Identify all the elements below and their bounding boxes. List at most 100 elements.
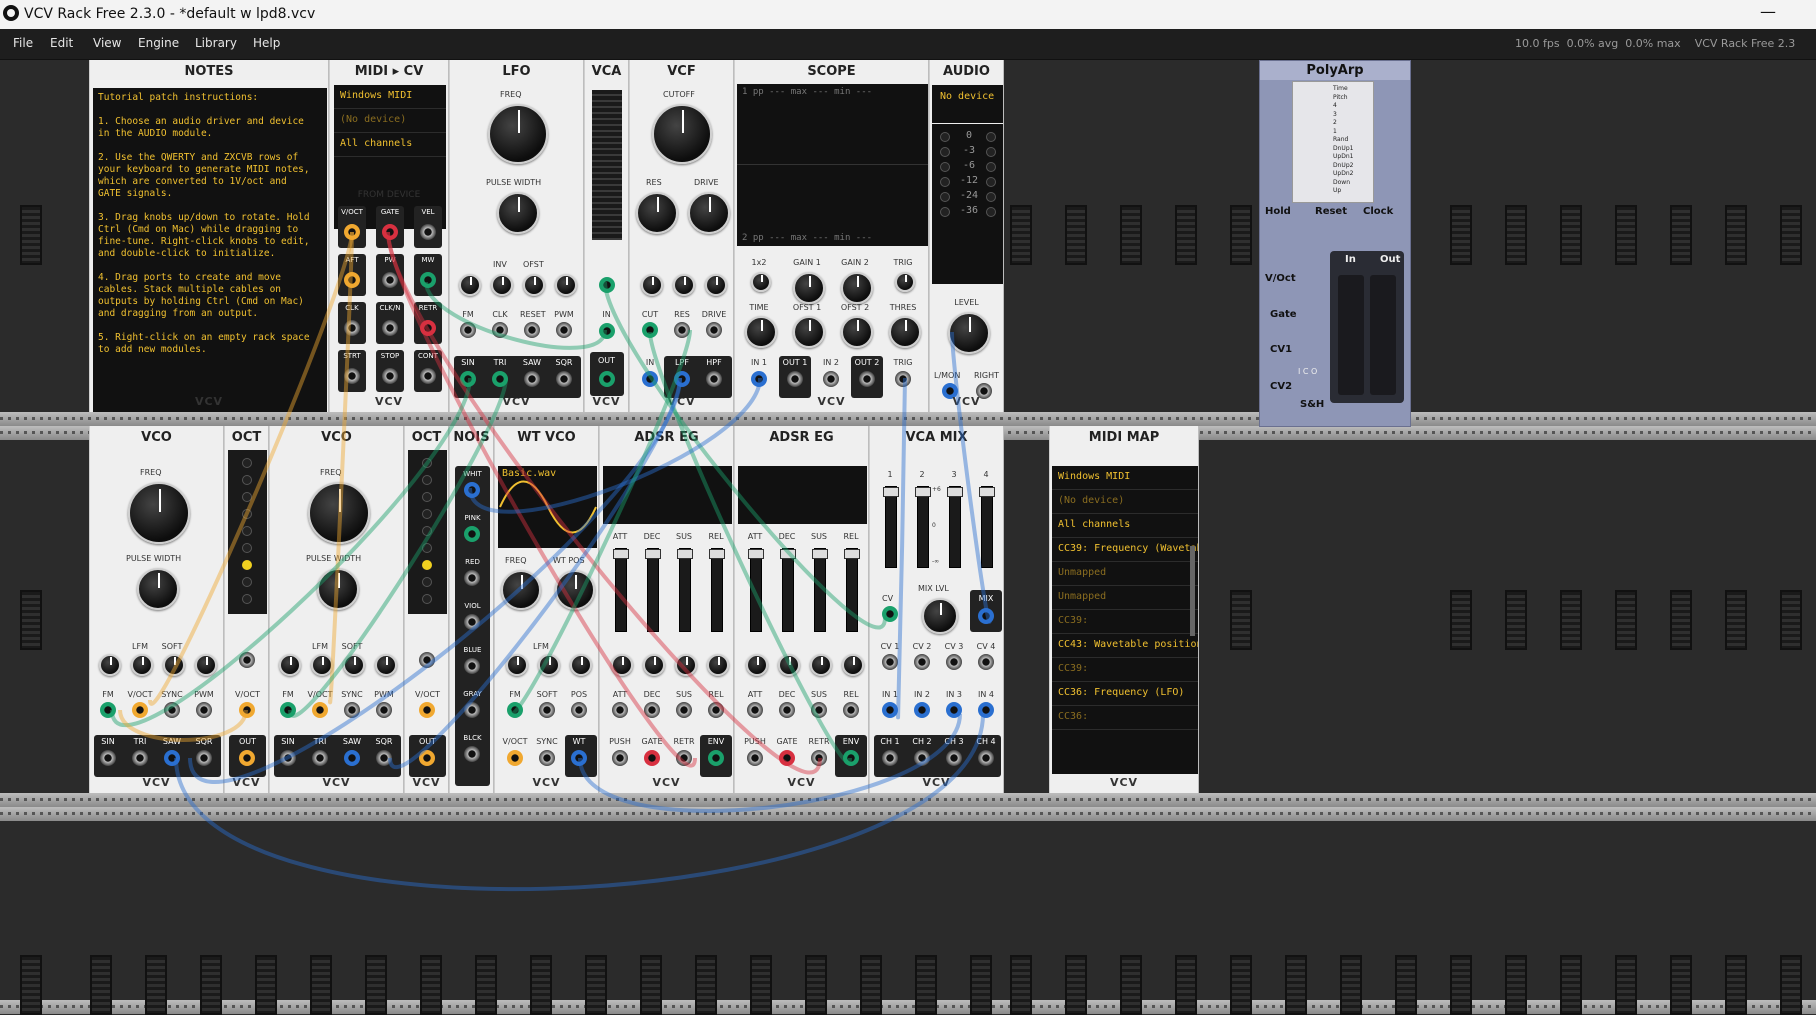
vco-in-jack[interactable] — [344, 702, 360, 718]
wt-pos-knob[interactable] — [555, 570, 595, 610]
scope-knob[interactable] — [745, 316, 777, 348]
adsr-in-jack[interactable] — [843, 750, 859, 766]
vco-out-jack[interactable] — [196, 750, 212, 766]
oct-in-jack[interactable] — [419, 702, 435, 718]
mix-level-knob[interactable] — [922, 598, 958, 634]
vcamix-cv-jack[interactable] — [882, 606, 898, 622]
lfo-small-knob[interactable] — [459, 274, 481, 296]
vco-out-jack[interactable] — [312, 750, 328, 766]
midi-map-row[interactable]: CC43: Wavetable position — [1052, 634, 1198, 658]
freq-knob[interactable] — [128, 482, 190, 544]
scope-knob[interactable] — [751, 272, 771, 292]
midi-cv-jack[interactable] — [420, 320, 436, 336]
vco-small-knob[interactable] — [195, 654, 217, 676]
vcamix-slider[interactable] — [915, 486, 931, 568]
adsr-slider[interactable] — [748, 548, 764, 632]
noise-jack[interactable] — [464, 526, 480, 542]
wt-small-knob[interactable] — [570, 654, 592, 676]
adsr-small-knob[interactable] — [746, 654, 768, 676]
adsr-cv-jack[interactable] — [747, 702, 763, 718]
vco-small-knob[interactable] — [131, 654, 153, 676]
midi-device[interactable]: (No device) — [334, 109, 446, 133]
adsr-in-jack[interactable] — [779, 750, 795, 766]
adsr-in-jack[interactable] — [676, 750, 692, 766]
vco-small-knob[interactable] — [311, 654, 333, 676]
adsr-cv-jack[interactable] — [843, 702, 859, 718]
midi-map-scrollbar[interactable] — [1190, 546, 1195, 636]
minimize-button[interactable]: — — [1760, 2, 1776, 21]
vco-in-jack[interactable] — [164, 702, 180, 718]
midi-cv-jack[interactable] — [382, 224, 398, 240]
midi-cv-jack[interactable] — [382, 272, 398, 288]
pulse-width-knob[interactable] — [137, 568, 179, 610]
oct-out-jack[interactable] — [239, 750, 255, 766]
vco-in-jack[interactable] — [280, 702, 296, 718]
vcamix-in-jack[interactable] — [978, 702, 994, 718]
vcamix-out-jack[interactable] — [978, 750, 994, 766]
wt-freq-knob[interactable] — [501, 570, 541, 610]
adsr-small-knob[interactable] — [842, 654, 864, 676]
adsr-slider[interactable] — [844, 548, 860, 632]
wt-in-jack[interactable] — [571, 750, 587, 766]
noise-jack[interactable] — [464, 570, 480, 586]
noise-jack[interactable] — [464, 658, 480, 674]
vcf-small-knob[interactable] — [641, 274, 663, 296]
scope-jack[interactable] — [751, 371, 767, 387]
vcamix-cvs-jack[interactable] — [978, 654, 994, 670]
vcf-in-jack[interactable] — [706, 322, 722, 338]
lfo-in-jack[interactable] — [524, 322, 540, 338]
wt-mid-jack[interactable] — [507, 702, 523, 718]
midi-map-row[interactable]: All channels — [1052, 514, 1198, 538]
adsr-slider[interactable] — [812, 548, 828, 632]
freq-knob[interactable] — [488, 104, 548, 164]
midi-map-row[interactable]: CC36: Frequency (LFO) — [1052, 682, 1198, 706]
lfo-small-knob[interactable] — [523, 274, 545, 296]
midi-map-row[interactable]: Windows MIDI — [1052, 466, 1198, 490]
scope-knob[interactable] — [895, 272, 915, 292]
scope-knob[interactable] — [889, 316, 921, 348]
scope-knob[interactable] — [793, 272, 825, 304]
adsr-slider[interactable] — [709, 548, 725, 632]
vca-cv-jack[interactable] — [599, 277, 615, 293]
vcf-out-jack[interactable] — [706, 371, 722, 387]
vcf-small-knob[interactable] — [673, 274, 695, 296]
vco-in-jack[interactable] — [132, 702, 148, 718]
scope-knob[interactable] — [793, 316, 825, 348]
noise-jack[interactable] — [464, 702, 480, 718]
adsr-in-jack[interactable] — [708, 750, 724, 766]
menu-help[interactable]: Help — [253, 36, 280, 50]
midi-driver[interactable]: Windows MIDI — [334, 85, 446, 109]
scope-jack[interactable] — [823, 371, 839, 387]
vco-out-jack[interactable] — [132, 750, 148, 766]
adsr-small-knob[interactable] — [707, 654, 729, 676]
vco-in-jack[interactable] — [196, 702, 212, 718]
menu-file[interactable]: File — [13, 36, 33, 50]
wt-small-knob[interactable] — [506, 654, 528, 676]
wt-mid-jack[interactable] — [539, 702, 555, 718]
adsr-cv-jack[interactable] — [612, 702, 628, 718]
midi-cv-jack[interactable] — [344, 224, 360, 240]
oct-knob-jack[interactable] — [239, 652, 255, 668]
vcf-in-jack[interactable] — [674, 322, 690, 338]
vcamix-slider[interactable] — [883, 486, 899, 568]
adsr-in-jack[interactable] — [811, 750, 827, 766]
midi-cv-jack[interactable] — [420, 368, 436, 384]
vcamix-cvs-jack[interactable] — [946, 654, 962, 670]
vcamix-mix-jack[interactable] — [978, 608, 994, 624]
midi-map-row[interactable]: CC39: Frequency (Wavetable — [1052, 538, 1198, 562]
adsr-cv-jack[interactable] — [644, 702, 660, 718]
menu-view[interactable]: View — [93, 36, 121, 50]
lfo-in-jack[interactable] — [492, 322, 508, 338]
pulse-width-knob[interactable] — [497, 192, 539, 234]
lfo-in-jack[interactable] — [556, 322, 572, 338]
adsr-cv-jack[interactable] — [779, 702, 795, 718]
scope-knob[interactable] — [841, 316, 873, 348]
vcamix-in-jack[interactable] — [946, 702, 962, 718]
vco-out-jack[interactable] — [100, 750, 116, 766]
scope-jack[interactable] — [895, 371, 911, 387]
midi-cv-jack[interactable] — [420, 272, 436, 288]
vcf-small-knob[interactable] — [705, 274, 727, 296]
lfo-small-knob[interactable] — [491, 274, 513, 296]
adsr-cv-jack[interactable] — [811, 702, 827, 718]
vco-in-jack[interactable] — [312, 702, 328, 718]
